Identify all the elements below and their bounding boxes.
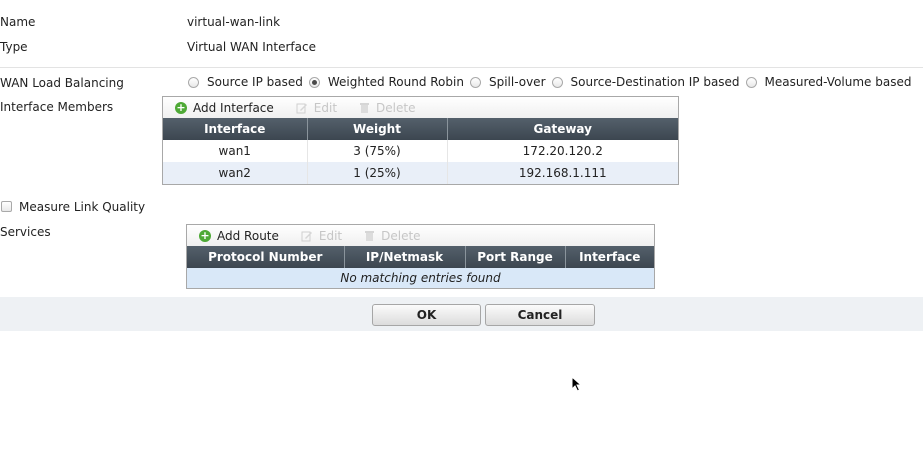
members-toolbar: + Add Interface Edit Delete bbox=[163, 97, 678, 118]
add-interface-label: Add Interface bbox=[193, 100, 274, 115]
delete-label: Delete bbox=[376, 100, 416, 115]
col-interface[interactable]: Interface bbox=[163, 118, 308, 140]
edit-label: Edit bbox=[313, 100, 338, 115]
delete-label: Delete bbox=[381, 228, 421, 243]
col-port-range[interactable]: Port Range bbox=[465, 246, 566, 268]
add-icon: + bbox=[175, 100, 187, 114]
delete-button[interactable]: Delete bbox=[359, 101, 415, 115]
empty-message: No matching entries found bbox=[187, 268, 654, 288]
cell-interface: wan1 bbox=[163, 140, 308, 162]
cancel-button[interactable]: Cancel bbox=[485, 304, 595, 326]
cell-gateway: 192.168.1.111 bbox=[447, 162, 678, 184]
measure-link-quality-checkbox[interactable] bbox=[1, 201, 12, 212]
radio-label: Weighted Round Robin bbox=[327, 75, 464, 89]
services-grid: + Add Route Edit Delete Protocol Number … bbox=[186, 224, 655, 289]
radio-measured-volume[interactable]: Measured-Volume based bbox=[745, 75, 912, 89]
cell-interface: wan2 bbox=[163, 162, 308, 184]
delete-button[interactable]: Delete bbox=[364, 228, 421, 243]
radio-spill-over[interactable]: Spill-over bbox=[469, 75, 546, 89]
radio-button-selected[interactable] bbox=[308, 76, 320, 88]
radio-label: Source IP based bbox=[207, 75, 303, 89]
radio-weighted-round-robin[interactable]: Weighted Round Robin bbox=[308, 75, 464, 89]
cell-weight: 3 (75%) bbox=[307, 140, 448, 162]
type-value: Virtual WAN Interface bbox=[187, 40, 316, 54]
add-icon: + bbox=[199, 228, 211, 242]
measure-link-quality-label: Measure Link Quality bbox=[19, 200, 146, 214]
cell-gateway: 172.20.120.2 bbox=[447, 140, 678, 162]
services-label: Services bbox=[0, 225, 51, 239]
empty-row: No matching entries found bbox=[187, 268, 654, 288]
services-toolbar: + Add Route Edit Delete bbox=[187, 225, 654, 246]
name-label: Name bbox=[0, 15, 36, 29]
radio-button[interactable] bbox=[188, 76, 199, 88]
radio-button[interactable] bbox=[745, 76, 757, 88]
col-ip-netmask[interactable]: IP/Netmask bbox=[344, 246, 466, 268]
edit-label: Edit bbox=[318, 228, 343, 243]
members-table: Interface Weight Gateway wan1 3 (75%) 17… bbox=[163, 118, 678, 184]
edit-icon bbox=[301, 231, 312, 241]
trash-icon bbox=[365, 230, 375, 241]
add-route-button[interactable]: + Add Route bbox=[199, 229, 279, 243]
col-interface[interactable]: Interface bbox=[565, 246, 654, 268]
cell-weight: 1 (25%) bbox=[307, 162, 448, 184]
radio-label: Source-Destination IP based bbox=[570, 75, 740, 89]
wan-load-balancing-label: WAN Load Balancing bbox=[0, 76, 124, 90]
section-divider bbox=[0, 67, 923, 68]
name-value: virtual-wan-link bbox=[187, 15, 281, 29]
radio-button[interactable] bbox=[551, 76, 563, 88]
radio-source-ip[interactable]: Source IP based bbox=[188, 75, 303, 89]
ok-button[interactable]: OK bbox=[372, 304, 481, 326]
type-label: Type bbox=[0, 40, 28, 54]
services-header-row: Protocol Number IP/Netmask Port Range In… bbox=[187, 246, 654, 268]
load-balancing-radio-group: Source IP based Weighted Round Robin Spi… bbox=[188, 75, 917, 89]
edit-icon bbox=[296, 103, 307, 113]
radio-button[interactable] bbox=[469, 76, 481, 88]
members-header-row: Interface Weight Gateway bbox=[163, 118, 678, 140]
radio-source-destination-ip[interactable]: Source-Destination IP based bbox=[551, 75, 740, 89]
radio-label: Measured-Volume based bbox=[764, 75, 912, 89]
services-table: Protocol Number IP/Netmask Port Range In… bbox=[187, 246, 654, 288]
add-route-label: Add Route bbox=[217, 228, 279, 243]
mouse-pointer-icon bbox=[571, 376, 583, 392]
col-protocol-number[interactable]: Protocol Number bbox=[187, 246, 345, 268]
edit-button[interactable]: Edit bbox=[301, 229, 342, 243]
add-interface-button[interactable]: + Add Interface bbox=[175, 101, 274, 115]
trash-icon bbox=[360, 102, 370, 113]
interface-members-grid: + Add Interface Edit Delete Interface We… bbox=[162, 96, 679, 185]
radio-label: Spill-over bbox=[488, 75, 546, 89]
interface-members-label: Interface Members bbox=[0, 100, 114, 114]
col-weight[interactable]: Weight bbox=[307, 118, 448, 140]
table-row[interactable]: wan2 1 (25%) 192.168.1.111 bbox=[163, 162, 678, 184]
table-row[interactable]: wan1 3 (75%) 172.20.120.2 bbox=[163, 140, 678, 162]
col-gateway[interactable]: Gateway bbox=[447, 118, 678, 140]
edit-button[interactable]: Edit bbox=[296, 101, 337, 115]
